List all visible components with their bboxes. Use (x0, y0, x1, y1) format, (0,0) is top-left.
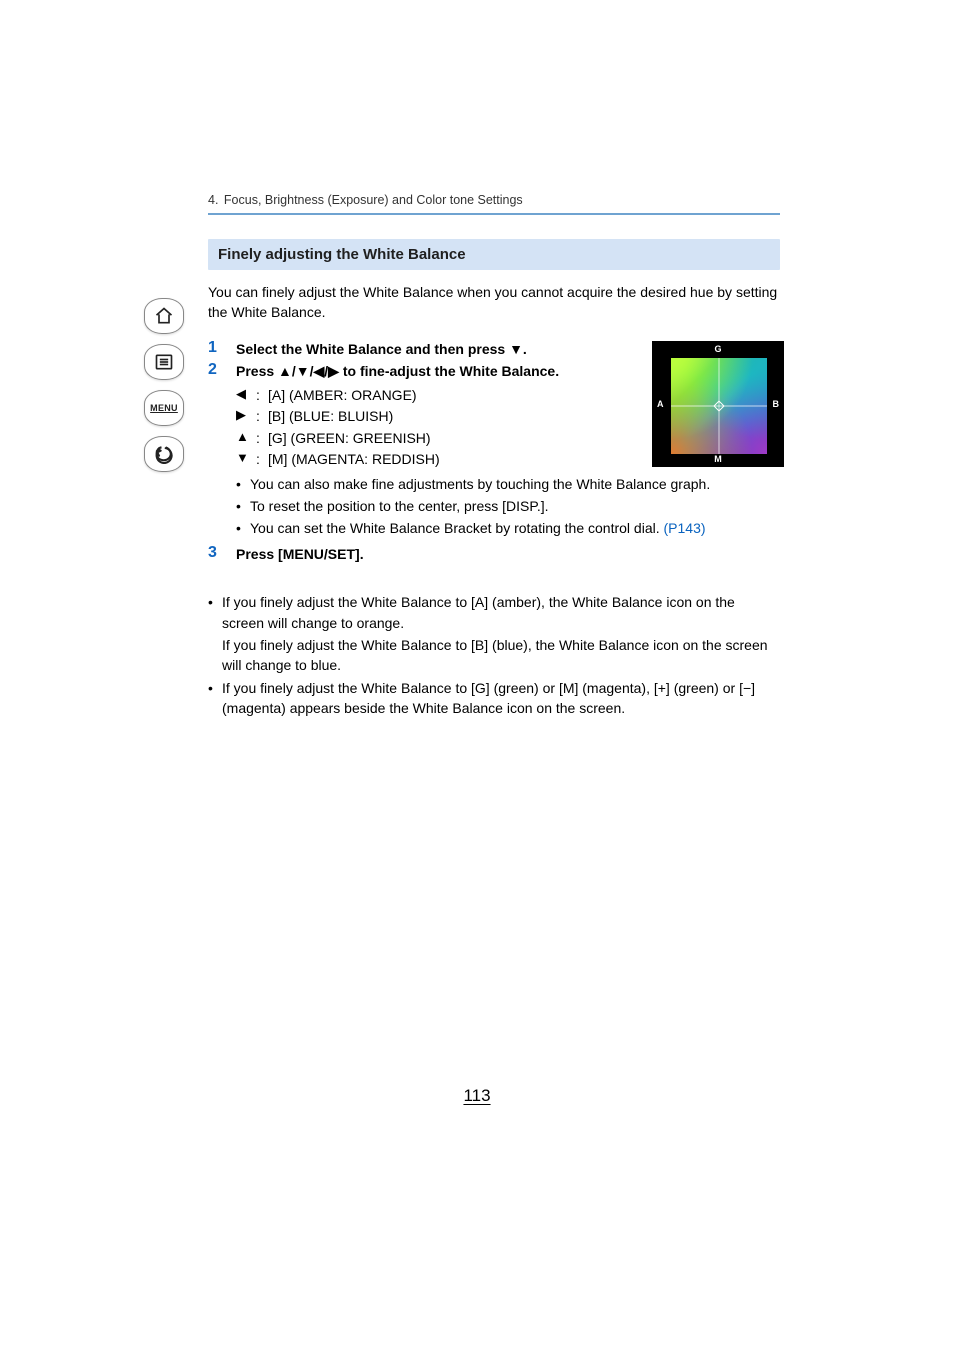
step-2-bullet-2: •To reset the position to the center, pr… (236, 497, 780, 517)
content-area: 4. Focus, Brightness (Exposure) and Colo… (208, 193, 780, 720)
toc-button[interactable] (144, 344, 184, 380)
section-heading: Finely adjusting the White Balance (218, 246, 770, 263)
step-1-text: Select the White Balance and then press … (236, 341, 527, 357)
home-button[interactable] (144, 298, 184, 334)
note-2: •If you finely adjust the White Balance … (208, 678, 780, 719)
arrow-left-line: ◀ : [A] (AMBER: ORANGE) (236, 385, 616, 405)
arrow-right-colon: : (256, 406, 268, 426)
arrow-right-line: ▶ : [B] (BLUE: BLUISH) (236, 406, 616, 426)
arrow-up-icon: ▲ (236, 428, 256, 447)
note-1-cont: If you finely adjust the White Balance t… (222, 635, 780, 676)
wb-label-b: B (773, 399, 780, 409)
arrow-right-text: [B] (BLUE: BLUISH) (268, 406, 616, 426)
note-1-text: If you finely adjust the White Balance t… (222, 592, 780, 633)
back-button[interactable] (144, 436, 184, 472)
page-number: 113 (463, 1086, 490, 1106)
breadcrumb: 4. Focus, Brightness (Exposure) and Colo… (208, 193, 780, 207)
arrow-left-colon: : (256, 385, 268, 405)
sidebar-nav: MENU (142, 298, 186, 472)
step-2-bullets: •You can also make fine adjustments by t… (236, 475, 780, 538)
step-2-bullet-2-text: To reset the position to the center, pre… (250, 497, 780, 517)
arrow-down-text: [M] (MAGENTA: REDDISH) (268, 449, 616, 469)
page: MENU 4. Focus, Brightness (Exposure) and… (0, 0, 954, 1348)
wb-label-m: M (714, 454, 722, 464)
arrow-down-line: ▼ : [M] (MAGENTA: REDDISH) (236, 449, 616, 469)
step-3-text: Press [MENU/SET]. (236, 546, 364, 562)
intro-text: You can finely adjust the White Balance … (208, 282, 780, 323)
wb-label-a: A (657, 399, 664, 409)
arrow-left-icon: ◀ (236, 385, 256, 404)
arrow-left-text: [A] (AMBER: ORANGE) (268, 385, 616, 405)
toc-icon (154, 352, 174, 372)
home-icon (154, 306, 174, 326)
menu-button[interactable]: MENU (144, 390, 184, 426)
arrow-up-line: ▲ : [G] (GREEN: GREENISH) (236, 428, 616, 448)
section-heading-box: Finely adjusting the White Balance (208, 239, 780, 270)
wb-color-field (671, 358, 767, 454)
link-p143[interactable]: (P143) (664, 520, 706, 536)
step-3: 3 Press [MENU/SET]. (208, 544, 780, 564)
menu-label: MENU (150, 403, 178, 413)
arrow-up-colon: : (256, 428, 268, 448)
arrow-down-colon: : (256, 449, 268, 469)
wb-graph-frame: G M A B (652, 341, 784, 467)
wb-label-g: G (714, 344, 721, 354)
step-1-num: 1 (208, 339, 236, 359)
divider (208, 213, 780, 215)
wb-center-marker (713, 400, 724, 411)
note-2-text: If you finely adjust the White Balance t… (222, 678, 780, 719)
step-2-bullet-1-text: You can also make fine adjustments by to… (250, 475, 780, 495)
step-2-bullet-3-text: You can set the White Balance Bracket by… (250, 519, 780, 539)
step-2-num: 2 (208, 361, 236, 540)
wb-graph[interactable] (671, 358, 767, 454)
arrow-down-icon: ▼ (236, 449, 256, 468)
step-2-bullet-3-pre: You can set the White Balance Bracket by… (250, 520, 664, 536)
arrow-right-icon: ▶ (236, 406, 256, 425)
breadcrumb-num: 4. (208, 193, 218, 207)
back-icon (154, 444, 174, 464)
note-1: •If you finely adjust the White Balance … (208, 592, 780, 633)
notes: •If you finely adjust the White Balance … (208, 592, 780, 718)
steps: G M A B 1 Select the White Balance and t… (208, 339, 780, 565)
arrow-up-text: [G] (GREEN: GREENISH) (268, 428, 616, 448)
wb-graph-figure: G M A B (652, 341, 784, 467)
step-2-text: Press ▲/▼/◀/▶ to fine-adjust the White B… (236, 363, 559, 379)
step-2-arrows: ◀ : [A] (AMBER: ORANGE) ▶ : [B] (BLUE: B… (236, 385, 616, 469)
step-3-num: 3 (208, 544, 236, 564)
breadcrumb-title: Focus, Brightness (Exposure) and Color t… (224, 193, 523, 207)
step-2-bullet-3: •You can set the White Balance Bracket b… (236, 519, 780, 539)
step-2-bullet-1: •You can also make fine adjustments by t… (236, 475, 780, 495)
